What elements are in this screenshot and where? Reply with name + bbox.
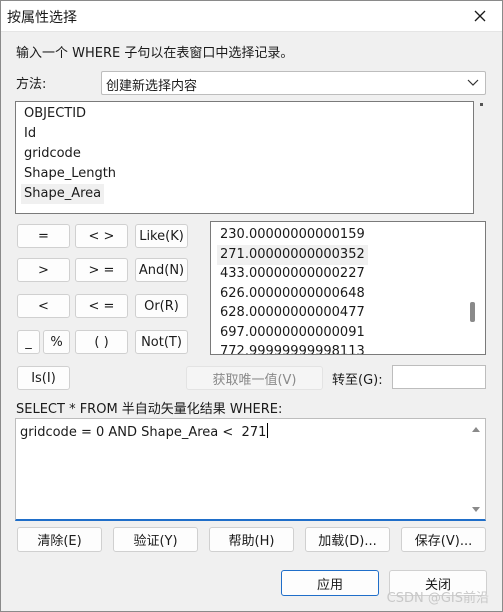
- scroll-down-button[interactable]: [472, 507, 480, 512]
- chevron-down-icon: [467, 79, 479, 86]
- operator-percent-button[interactable]: %: [43, 330, 70, 354]
- method-value: 创建新选择内容: [106, 79, 198, 94]
- value-item[interactable]: 433.00000000000227: [217, 264, 368, 284]
- value-item[interactable]: 230.00000000000159: [217, 225, 368, 245]
- operator-less-button[interactable]: <: [17, 294, 70, 318]
- resize-dot: [480, 103, 483, 106]
- instruction-text: 输入一个 WHERE 子句以在表窗口中选择记录。: [16, 46, 294, 61]
- scroll-up-icon: [472, 427, 480, 432]
- operator-and-button[interactable]: And(N): [135, 258, 188, 282]
- operator-or-button[interactable]: Or(R): [135, 294, 188, 318]
- value-item[interactable]: 271.00000000000352: [217, 245, 368, 265]
- save-button[interactable]: 保存(V)...: [401, 527, 486, 552]
- sql-prefix-text: SELECT * FROM 半自动矢量化结果 WHERE:: [16, 402, 283, 417]
- unique-values-list[interactable]: 230.00000000000159 271.00000000000352 43…: [210, 221, 486, 355]
- operator-like-button[interactable]: Like(K): [135, 224, 188, 248]
- method-dropdown[interactable]: 创建新选择内容: [101, 71, 486, 95]
- value-item[interactable]: 772.99999999998113: [217, 342, 368, 354]
- where-clause-textarea[interactable]: gridcode = 0 AND Shape_Area < 271: [15, 418, 486, 521]
- watermark-text: CSDN @GIS前沿: [386, 591, 489, 606]
- operator-underscore-button[interactable]: _: [17, 330, 40, 354]
- verify-button[interactable]: 验证(Y): [113, 527, 198, 552]
- field-item-shape-area[interactable]: Shape_Area: [21, 184, 105, 204]
- value-item[interactable]: 697.00000000000091: [217, 323, 368, 343]
- values-scrollbar-thumb[interactable]: [470, 302, 475, 322]
- text-caret: [267, 423, 269, 438]
- apply-button[interactable]: 应用: [281, 570, 379, 596]
- where-clause-text: gridcode = 0 AND Shape_Area < 271: [20, 423, 269, 440]
- load-button[interactable]: 加载(D)...: [305, 527, 390, 552]
- field-item-id[interactable]: Id: [21, 124, 39, 144]
- get-unique-values-button[interactable]: 获取唯一值(V): [186, 366, 323, 390]
- operator-greater-equal-button[interactable]: > =: [75, 258, 128, 282]
- value-item[interactable]: 628.00000000000477: [217, 303, 368, 323]
- field-item-shape-length[interactable]: Shape_Length: [21, 164, 119, 184]
- scroll-up-button[interactable]: [472, 427, 480, 432]
- close-icon: [474, 10, 486, 22]
- title-bar: 按属性选择: [0, 0, 503, 32]
- fields-list[interactable]: OBJECTID Id gridcode Shape_Length Shape_…: [15, 101, 474, 214]
- operator-not-button[interactable]: Not(T): [135, 330, 188, 354]
- operator-parentheses-button[interactable]: ( ): [75, 330, 128, 354]
- window-title: 按属性选择: [7, 10, 77, 26]
- method-label: 方法:: [16, 77, 47, 92]
- close-window-button[interactable]: [465, 2, 495, 30]
- goto-input[interactable]: [392, 365, 486, 389]
- operator-not-equal-button[interactable]: < >: [75, 224, 128, 248]
- goto-label: 转至(G):: [332, 373, 383, 388]
- field-item-gridcode[interactable]: gridcode: [21, 144, 84, 164]
- scroll-down-icon: [472, 507, 480, 512]
- operator-less-equal-button[interactable]: < =: [75, 294, 128, 318]
- clear-button[interactable]: 清除(E): [17, 527, 102, 552]
- operator-equals-button[interactable]: =: [17, 224, 70, 248]
- operator-is-button[interactable]: Is(I): [17, 366, 70, 390]
- field-item-objectid[interactable]: OBJECTID: [21, 104, 89, 124]
- value-item[interactable]: 626.00000000000648: [217, 284, 368, 304]
- help-button[interactable]: 帮助(H): [209, 527, 294, 552]
- operator-greater-button[interactable]: >: [17, 258, 70, 282]
